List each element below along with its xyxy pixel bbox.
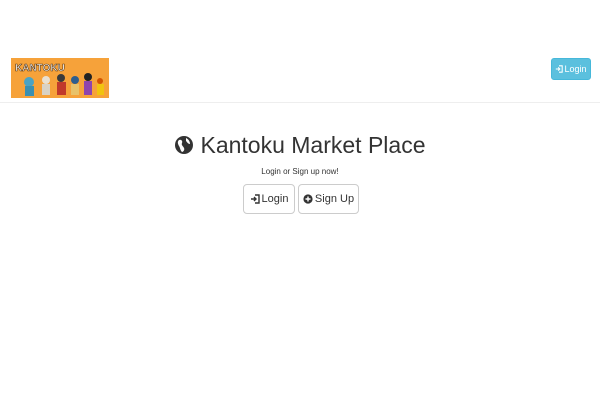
sign-in-icon bbox=[250, 194, 260, 204]
logo-image: KANTOKU bbox=[11, 58, 109, 98]
auth-buttons: Login Sign Up bbox=[243, 184, 359, 214]
globe-icon bbox=[174, 135, 194, 155]
sign-in-icon bbox=[555, 65, 564, 73]
page-title: Kantoku Market Place bbox=[200, 132, 426, 158]
signup-button-label: Sign Up bbox=[314, 193, 355, 205]
title-row: Kantoku Market Place bbox=[0, 131, 600, 159]
logo-text: KANTOKU bbox=[15, 63, 65, 74]
login-button-label: Login bbox=[261, 193, 289, 205]
subtitle: Login or Sign up now! bbox=[261, 167, 339, 176]
login-button[interactable]: Login bbox=[243, 184, 295, 214]
navbar: KANTOKU Login bbox=[0, 0, 600, 103]
navbar-login-label: Login bbox=[564, 64, 587, 74]
plus-circle-icon bbox=[303, 194, 313, 204]
brand-logo[interactable]: KANTOKU bbox=[11, 58, 109, 98]
signup-button[interactable]: Sign Up bbox=[298, 184, 359, 214]
navbar-login-button[interactable]: Login bbox=[551, 58, 591, 80]
